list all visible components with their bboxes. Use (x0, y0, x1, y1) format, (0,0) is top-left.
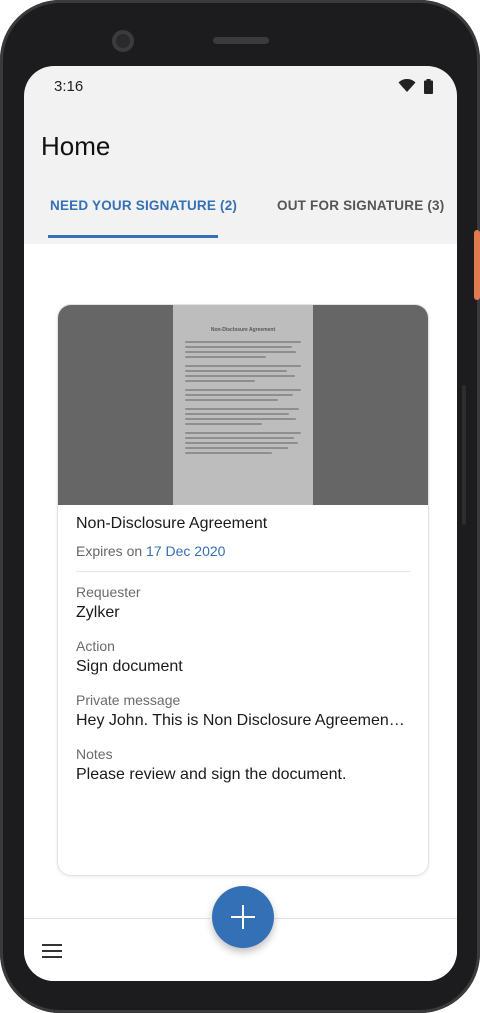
notes-value: Please review and sign the document. (76, 766, 347, 783)
hamburger-menu-icon[interactable] (42, 944, 66, 962)
power-button (474, 230, 480, 300)
expiry-date: 17 Dec 2020 (146, 543, 226, 559)
document-name: Non-Disclosure Agreement (76, 515, 268, 532)
action-value: Sign document (76, 658, 183, 675)
requester-label: Requester (76, 584, 141, 600)
phone-frame: 3:16 Home NEED YOUR SIGNATURE (2) OUT FO… (0, 0, 480, 1013)
status-icons (398, 78, 433, 94)
volume-button (462, 385, 466, 525)
divider (76, 571, 410, 572)
private-message-label: Private message (76, 692, 181, 708)
action-label: Action (76, 638, 115, 654)
front-camera (112, 30, 134, 52)
thumbnail-title: Non-Disclosure Agreement (210, 327, 276, 333)
requester-value: Zylker (76, 604, 120, 621)
battery-icon (424, 78, 433, 94)
notes-label: Notes (76, 746, 113, 762)
document-preview[interactable]: Non-Disclosure Agreement (58, 305, 428, 505)
screen: 3:16 Home NEED YOUR SIGNATURE (2) OUT FO… (24, 66, 457, 981)
private-message-value: Hey John. This is Non Disclosure Agreeme… (76, 712, 405, 729)
card-body: Non-Disclosure Agreement Expires on 17 D… (58, 505, 428, 784)
plus-icon (231, 905, 255, 929)
tab-bar: NEED YOUR SIGNATURE (2) OUT FOR SIGNATUR… (24, 178, 457, 240)
expires-label: Expires on (76, 543, 143, 559)
document-thumbnail: Non-Disclosure Agreement (173, 305, 313, 505)
active-tab-indicator (48, 235, 218, 238)
tab-need-your-signature[interactable]: NEED YOUR SIGNATURE (2) (50, 198, 237, 213)
status-time: 3:16 (54, 77, 84, 95)
app-header: Home (24, 106, 457, 162)
page-title: Home (41, 131, 111, 161)
tab-out-for-signature[interactable]: OUT FOR SIGNATURE (3) (277, 198, 444, 213)
add-document-button[interactable] (212, 886, 274, 948)
earpiece-speaker (213, 37, 269, 44)
document-list: Non-Disclosure Agreement Non-Disclosure … (24, 244, 457, 919)
document-card[interactable]: Non-Disclosure Agreement Non-Disclosure … (57, 304, 429, 876)
wifi-icon (398, 79, 416, 92)
expiry-info: Expires on 17 Dec 2020 (76, 543, 410, 559)
status-bar: 3:16 (24, 66, 457, 106)
